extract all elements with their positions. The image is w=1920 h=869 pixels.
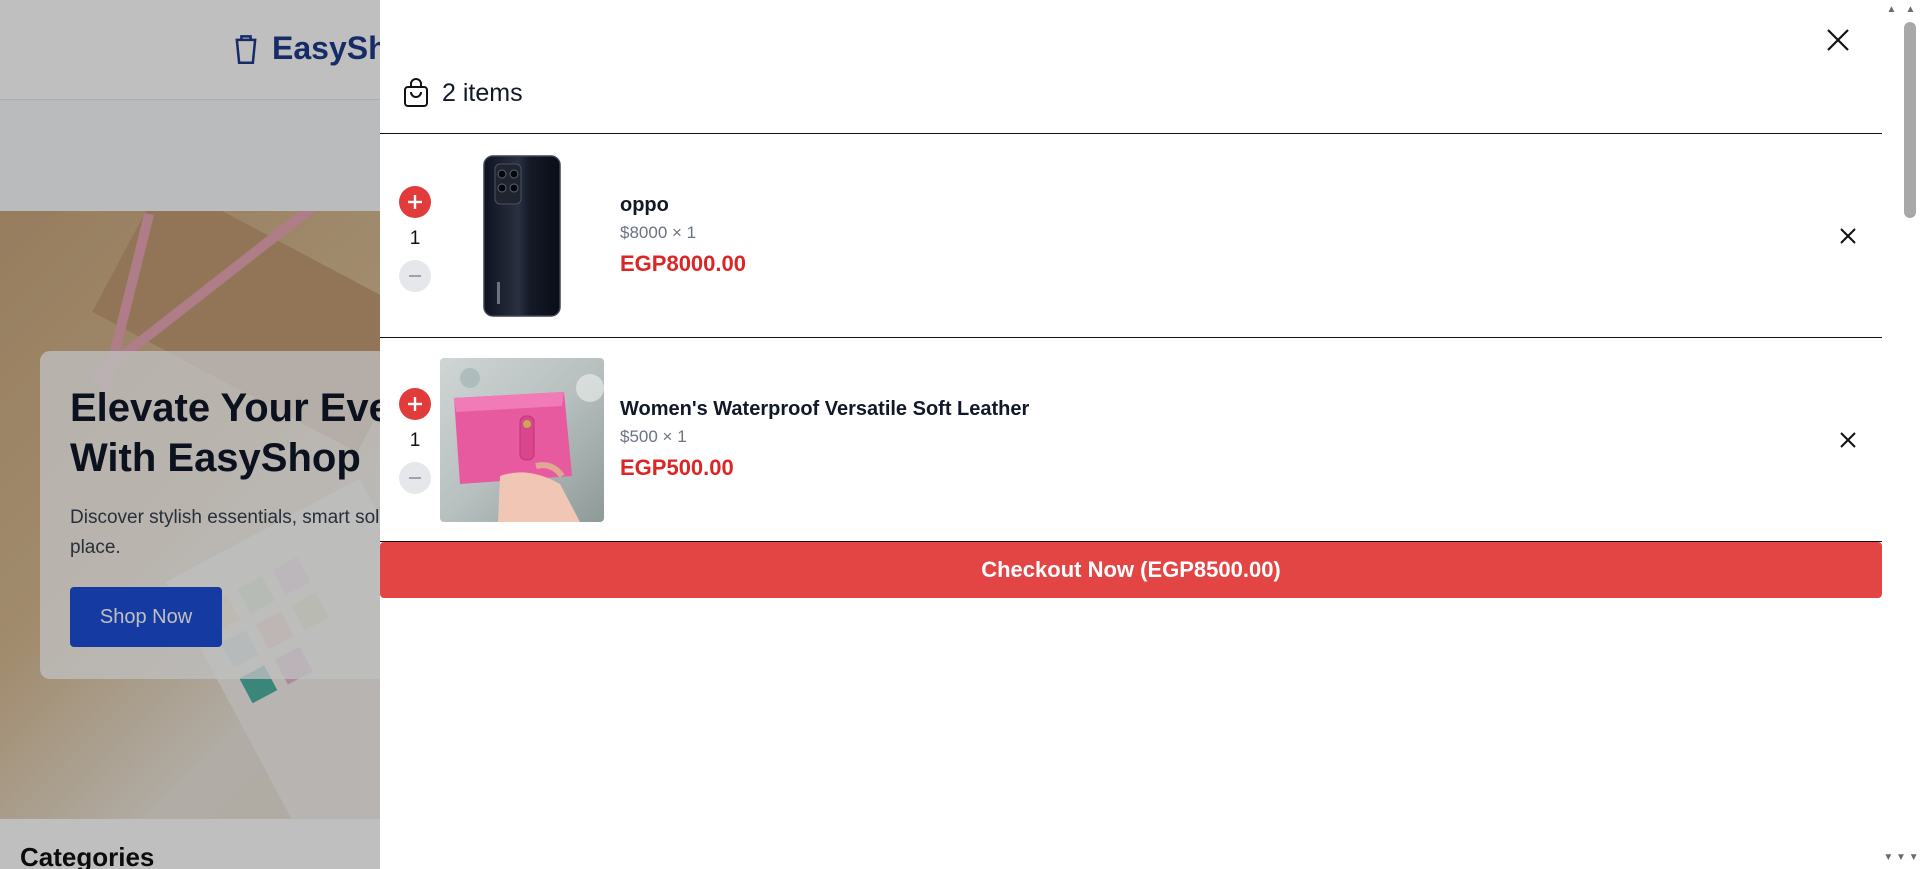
pink-wallet-icon bbox=[440, 358, 604, 522]
decrease-quantity-button[interactable] bbox=[399, 462, 431, 494]
checkout-button[interactable]: Checkout Now (EGP8500.00) bbox=[380, 542, 1882, 598]
product-line-total: EGP8000.00 bbox=[620, 251, 746, 276]
vertical-scrollbar[interactable]: ▲ ▲ ▼ ▼ ▼ bbox=[1882, 0, 1920, 869]
triangle-down-icon: ▼ bbox=[1896, 852, 1906, 863]
cart-header: 2 items bbox=[402, 78, 523, 108]
increase-quantity-button[interactable] bbox=[399, 186, 431, 218]
scroll-up-arrows[interactable]: ▲ ▲ bbox=[1882, 4, 1920, 16]
triangle-down-icon: ▼ bbox=[1908, 852, 1919, 863]
close-cart-button[interactable] bbox=[1820, 22, 1856, 58]
scroll-down-arrows[interactable]: ▼ ▼ ▼ bbox=[1882, 852, 1920, 864]
remove-item-button[interactable] bbox=[1836, 428, 1860, 452]
plus-icon bbox=[408, 195, 422, 209]
close-icon bbox=[1827, 29, 1849, 51]
quantity-value: 1 bbox=[409, 228, 421, 249]
product-info: oppo $8000 × 1 EGP8000.00 bbox=[620, 192, 746, 278]
close-icon bbox=[1840, 228, 1856, 244]
minus-icon bbox=[409, 477, 421, 479]
product-unit-price: $500 × 1 bbox=[620, 427, 687, 446]
triangle-up-icon: ▲ bbox=[1905, 4, 1916, 15]
cart-item: 1 bbox=[380, 338, 1882, 538]
product-unit-price: $8000 × 1 bbox=[620, 223, 697, 242]
close-icon bbox=[1840, 432, 1856, 448]
product-image bbox=[440, 154, 604, 318]
quantity-stepper: 1 bbox=[398, 134, 432, 334]
increase-quantity-button[interactable] bbox=[399, 388, 431, 420]
product-name: oppo bbox=[620, 194, 669, 216]
scrollbar-thumb[interactable] bbox=[1904, 22, 1916, 218]
shopping-bag-icon bbox=[404, 78, 428, 107]
quantity-value: 1 bbox=[409, 430, 421, 451]
quantity-stepper: 1 bbox=[398, 338, 432, 538]
plus-icon bbox=[408, 397, 422, 411]
triangle-down-icon: ▼ bbox=[1883, 852, 1894, 863]
product-name: Women's Waterproof Versatile Soft Leathe… bbox=[620, 398, 1030, 420]
cart-item-count: 2 items bbox=[442, 78, 523, 107]
decrease-quantity-button[interactable] bbox=[399, 260, 431, 292]
triangle-up-icon: ▲ bbox=[1886, 4, 1897, 15]
cart-item: 1 bbox=[380, 134, 1882, 334]
product-info: Women's Waterproof Versatile Soft Leathe… bbox=[620, 396, 1029, 482]
minus-icon bbox=[409, 275, 421, 277]
black-smartphone-icon bbox=[483, 155, 561, 317]
remove-item-button[interactable] bbox=[1836, 224, 1860, 248]
cart-drawer: 2 items 1 oppo $8000 × 1 EGP8000.00 1 Wo… bbox=[380, 0, 1882, 869]
product-image bbox=[440, 358, 604, 522]
product-line-total: EGP500.00 bbox=[620, 455, 734, 480]
